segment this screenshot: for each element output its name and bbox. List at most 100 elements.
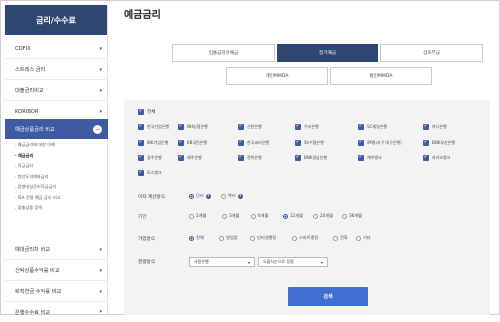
bank-checkbox[interactable]: NH농협은행 [178,123,208,130]
radio-join-option[interactable]: 영업점 [219,235,238,241]
bank-label: 신한은행 [247,124,262,129]
sidebar-item-spread[interactable]: 예대금리차 비교 ▾ [5,240,108,260]
search-button[interactable]: 검색 [288,287,368,306]
checkbox-checked-icon [178,139,184,146]
interest-method-label: 이자 계산방식 [138,195,165,200]
tab-personal-mmda[interactable]: 개인MMDA [226,67,328,85]
sub-item-savings-rate[interactable]: · 적금금리 [15,161,108,172]
radio-term-option[interactable]: 24개월 [313,213,333,219]
checkbox-checked-icon [238,154,244,161]
sidebar-item-fee[interactable]: 은행수수료 비교 ▾ [5,302,108,322]
bank-label: SC제일은행 [367,124,388,129]
sub-item-deposit-rate[interactable]: · 예금금리 [15,151,108,162]
tab-corporate-mmda[interactable]: 법인MMDA [330,67,432,85]
bank-checkbox[interactable]: KB국민은행 [178,139,208,146]
bank-checkbox[interactable]: BNK경남은행 [295,154,328,161]
checkbox-checked-icon [138,108,144,115]
bank-checkbox[interactable]: 전북은행 [238,154,262,161]
radio-label: 전체 [196,235,204,240]
all-banks-checkbox[interactable]: 전체 [138,108,155,115]
sub-item-youth-account[interactable]: · 청년도약계좌금리 [15,172,108,183]
bank-checkbox[interactable]: 한국산업은행 [138,123,169,130]
radio-join-option[interactable]: 기타 [356,235,371,241]
help-icon[interactable]: ? [237,193,243,199]
bank-checkbox[interactable]: 우리은행 [295,123,319,130]
select-value: 사용은행 [194,259,209,264]
radio-unselected-icon [221,193,226,199]
bank-checkbox[interactable]: 제주은행 [178,154,202,161]
bank-checkbox[interactable]: BNK부산은행 [423,139,455,146]
radio-join-option[interactable]: 인터넷뱅킹 [250,235,276,241]
bank-checkbox[interactable]: 신한은행 [238,123,262,130]
bank-checkbox[interactable]: 광주은행 [138,154,162,161]
chevron-down-icon: ▾ [99,267,102,274]
radio-term-option[interactable]: 12개월 [283,213,303,219]
radio-term-option[interactable]: 3개월 [222,213,239,219]
bank-checkbox[interactable]: 토스뱅크 [138,169,162,176]
radio-term-option[interactable]: 1개월 [189,213,206,219]
bank-label: KB국민은행 [187,140,208,145]
radio-label: 1개월 [196,213,207,218]
sidebar-item-label: COFIX [15,45,31,52]
sidebar-item-label: 신탁상품수익률 비교 [15,268,60,274]
bank-checkbox[interactable]: 카카오뱅크 [423,154,450,161]
bank-label: 제주은행 [187,155,202,160]
sub-item-understanding[interactable]: · 예금금리에 대한 이해 [15,140,108,151]
chevron-down-icon: ▾ [99,108,102,115]
radio-unselected-icon [219,235,224,241]
sidebar-header: 금리/수수료 [5,5,107,35]
sort-label: 정렬방식 [138,260,155,265]
checkbox-checked-icon [295,139,301,146]
bank-checkbox[interactable]: 케이뱅크 [358,154,382,161]
sidebar-item-pension[interactable]: 퇴직연금 수익률 비교 ▾ [5,282,108,302]
bank-checkbox[interactable]: iM뱅크(구 대구은행) [358,139,402,146]
chevron-down-icon: ▾ [247,259,250,265]
chevron-down-icon: ▾ [99,309,102,315]
sidebar-item-label: KORIBOR [15,108,39,115]
radio-label: 기타 [363,235,371,240]
sidebar-item-deposit-rate[interactable]: 예금상품금리 비교 − [5,119,108,139]
radio-join-option[interactable]: 스마트뱅킹 [292,235,318,241]
bank-checkbox[interactable]: 하나은행 [423,123,447,130]
sort-field-select[interactable]: 사용은행 ▾ [189,257,255,267]
bank-label: 케이뱅크 [367,155,382,160]
sidebar-item-loan-rate[interactable]: 대출금리비교 ▾ [5,81,108,101]
sub-item-isa[interactable]: · ISA 전용 예금 금리 비교 [15,193,108,204]
bank-checkbox[interactable]: 한국씨티은행 [238,139,269,146]
tab-installment[interactable]: 상호부금 [380,44,483,62]
radio-join-option[interactable]: 전체 [189,235,204,241]
radio-simple-interest[interactable]: 단리 ? [189,193,211,199]
radio-term-option[interactable]: 6개월 [251,213,268,219]
sidebar-item-trust[interactable]: 신탁상품수익률 비교 ▾ [5,261,108,281]
radio-label: 3개월 [229,213,240,218]
checkbox-checked-icon [423,139,429,146]
tab-demand-deposit[interactable]: 입출금자유예금 [172,44,275,62]
radio-label: 단리 [196,193,204,198]
bank-checkbox[interactable]: SC제일은행 [358,123,388,130]
sort-order-select[interactable]: 오름차순으로 정렬 ▾ [258,257,328,267]
bank-label: 광주은행 [147,155,162,160]
page-title: 예금금리 [124,10,161,21]
bank-label: iM뱅크(구 대구은행) [367,140,402,145]
bank-label: IBK기업은행 [147,140,169,145]
radio-label: 24개월 [320,213,334,218]
help-icon[interactable]: ? [205,193,211,199]
collapse-icon[interactable]: − [93,124,102,134]
join-method-label: 가입방식 [138,237,155,242]
tab-time-deposit[interactable]: 정기예금 [277,44,378,62]
sidebar-item-cofix[interactable]: COFIX ▾ [5,39,108,59]
sidebar-item-label: 퇴직연금 수익률 비교 [15,289,62,295]
sidebar-item-stress-rate[interactable]: 스트레스 금리 ▾ [5,60,108,80]
bank-checkbox[interactable]: Sh수협은행 [295,139,324,146]
sub-item-custom-search[interactable]: · 맞춤상품 검색 [15,203,108,214]
radio-compound-interest[interactable]: 복리 ? [221,193,243,199]
radio-label: 12개월 [290,213,304,218]
sub-item-soldier-savings[interactable]: · 장병내일준비적금금리 [15,182,108,193]
sidebar-sub-list: · 예금금리에 대한 이해 · 예금금리 · 적금금리 · 청년도약계좌금리 ·… [5,140,108,214]
bank-checkbox[interactable]: IBK기업은행 [138,139,169,146]
radio-term-option[interactable]: 36개월 [342,213,362,219]
radio-join-option[interactable]: 전화 [333,235,348,241]
checkbox-checked-icon [138,154,144,161]
bank-label: BNK경남은행 [304,155,328,160]
checkbox-checked-icon [238,123,244,130]
